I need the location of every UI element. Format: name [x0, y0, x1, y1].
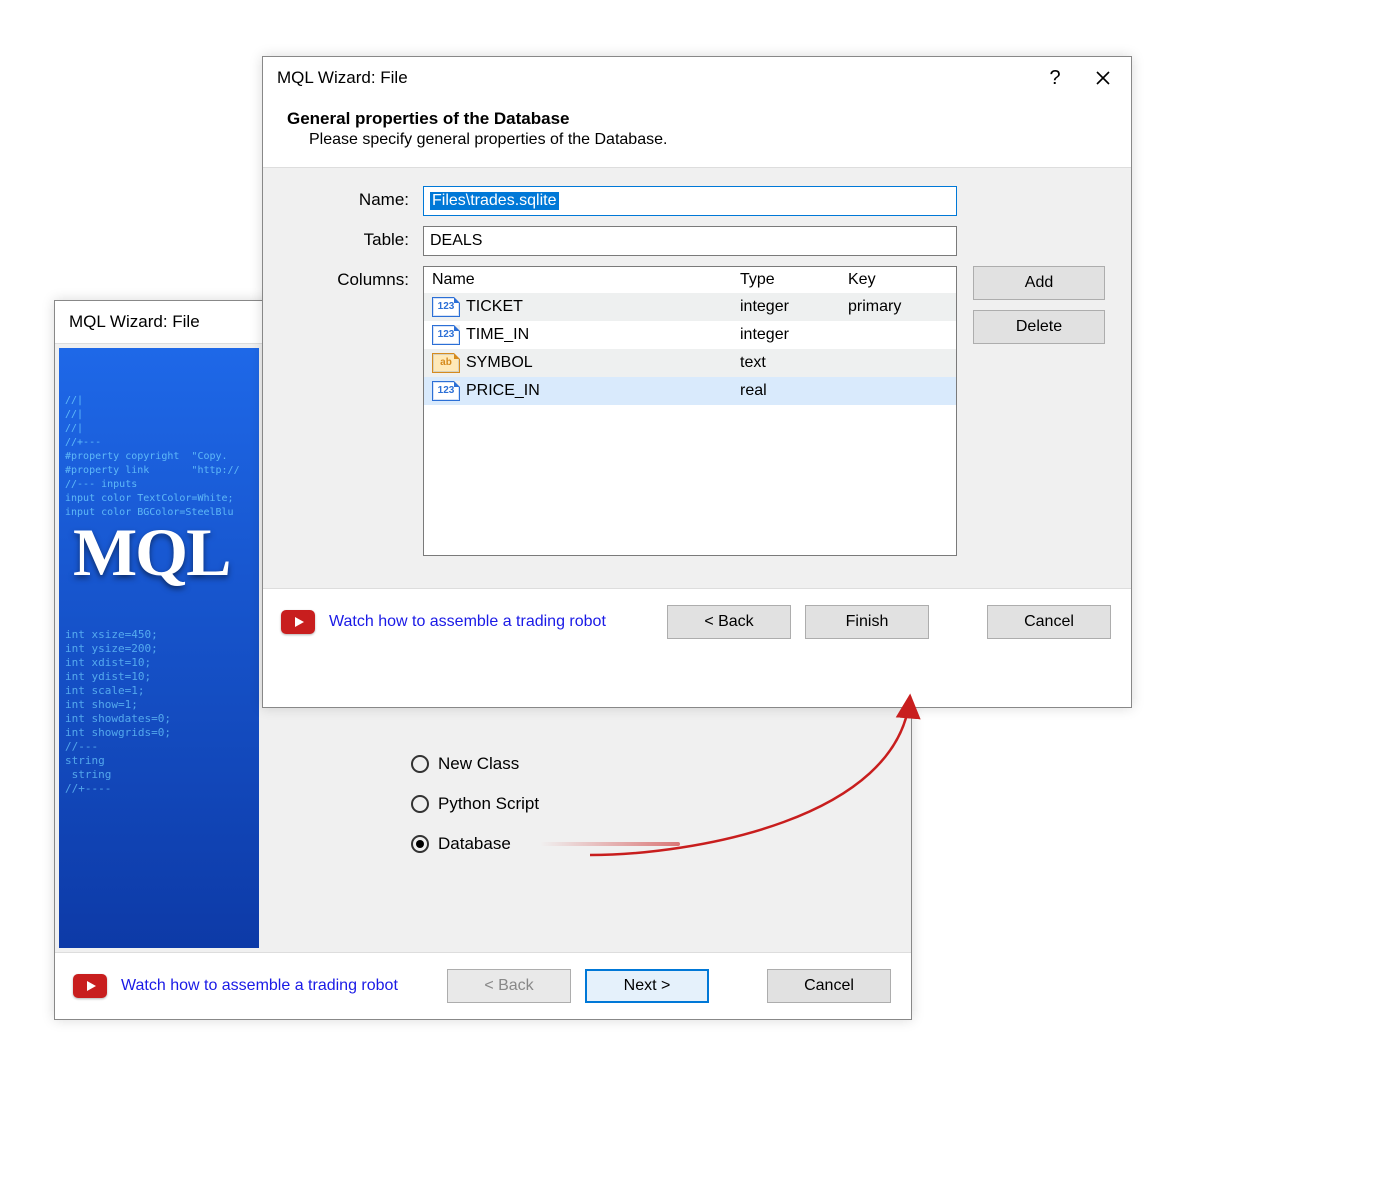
- type-icon: 123: [432, 325, 460, 345]
- cancel-button[interactable]: Cancel: [987, 605, 1111, 639]
- watch-video-link[interactable]: Watch how to assemble a trading robot: [121, 977, 398, 995]
- radio-icon: [411, 835, 429, 853]
- header-subtitle: Please specify general properties of the…: [287, 131, 1107, 149]
- column-type: real: [740, 382, 848, 400]
- radio-database[interactable]: Database: [283, 824, 891, 864]
- table-input[interactable]: DEALS: [423, 226, 957, 256]
- column-row[interactable]: 123 TICKET integerprimary: [424, 293, 956, 321]
- name-label: Name:: [283, 186, 423, 210]
- column-name: TIME_IN: [466, 326, 529, 344]
- radio-icon: [411, 755, 429, 773]
- close-icon[interactable]: [1079, 57, 1127, 99]
- youtube-icon[interactable]: [73, 974, 107, 998]
- wizard-database-dialog: MQL Wizard: File ? General properties of…: [262, 56, 1132, 708]
- name-input[interactable]: Files\trades.sqlite: [423, 186, 957, 216]
- titlebar: MQL Wizard: File ?: [263, 57, 1131, 99]
- wizard-side-graphic: //| //| //| //+--- #property copyright "…: [59, 348, 259, 948]
- col-header-key: Key: [848, 271, 956, 289]
- col-header-name: Name: [424, 271, 740, 289]
- finish-button[interactable]: Finish: [805, 605, 929, 639]
- columns-list[interactable]: Name Type Key 123TICKETintegerprimary123…: [423, 266, 957, 556]
- radio-icon: [411, 795, 429, 813]
- column-type: text: [740, 354, 848, 372]
- radio-label: New Class: [438, 754, 519, 774]
- column-type: integer: [740, 298, 848, 316]
- youtube-icon[interactable]: [281, 610, 315, 634]
- column-name: PRICE_IN: [466, 382, 540, 400]
- type-icon: ab: [432, 353, 460, 373]
- radio-label: Python Script: [438, 794, 539, 814]
- type-icon: 123: [432, 297, 460, 317]
- columns-header-row: Name Type Key: [424, 267, 956, 293]
- radio-python-script[interactable]: Python Script: [283, 784, 891, 824]
- table-label: Table:: [283, 226, 423, 250]
- columns-label: Columns:: [283, 266, 423, 290]
- type-icon: 123: [432, 381, 460, 401]
- radio-new-class[interactable]: New Class: [283, 744, 891, 784]
- column-name: SYMBOL: [466, 354, 533, 372]
- cancel-button[interactable]: Cancel: [767, 969, 891, 1003]
- header-title: General properties of the Database: [287, 109, 1107, 129]
- dialog-header: General properties of the Database Pleas…: [263, 99, 1131, 168]
- column-row[interactable]: 123 PRICE_IN real: [424, 377, 956, 405]
- column-row[interactable]: ab SYMBOL text: [424, 349, 956, 377]
- back-button: < Back: [447, 969, 571, 1003]
- watch-video-link[interactable]: Watch how to assemble a trading robot: [329, 613, 606, 631]
- next-button[interactable]: Next >: [585, 969, 709, 1003]
- annotation-trail: [540, 842, 680, 846]
- window-title: MQL Wizard: File: [277, 68, 1031, 88]
- delete-column-button[interactable]: Delete: [973, 310, 1105, 344]
- column-row[interactable]: 123 TIME_IN integer: [424, 321, 956, 349]
- column-type: integer: [740, 326, 848, 344]
- add-column-button[interactable]: Add: [973, 266, 1105, 300]
- column-name: TICKET: [466, 298, 523, 316]
- radio-label: Database: [438, 834, 511, 854]
- column-key: primary: [848, 298, 956, 316]
- help-icon[interactable]: ?: [1031, 57, 1079, 99]
- col-header-type: Type: [740, 271, 848, 289]
- back-button[interactable]: < Back: [667, 605, 791, 639]
